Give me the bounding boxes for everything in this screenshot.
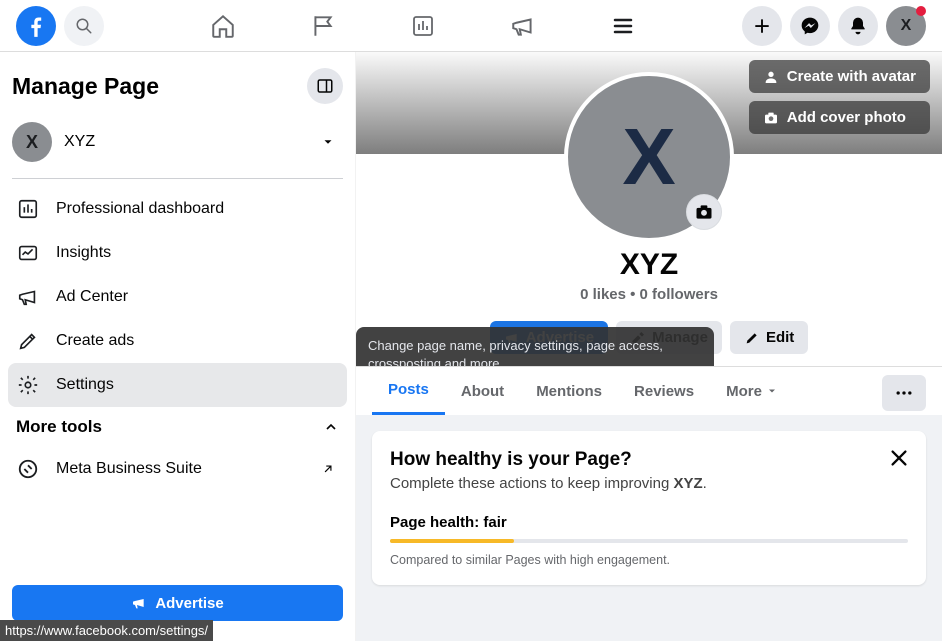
sidebar-section-label: More tools	[16, 417, 102, 437]
insights-icon	[16, 241, 40, 265]
sidebar-advertise-button[interactable]: Advertise	[12, 585, 343, 621]
card-title: How healthy is your Page?	[390, 449, 908, 471]
panel-icon	[316, 77, 334, 95]
health-label: Page health: fair	[390, 514, 908, 531]
sidebar-page-switcher[interactable]: X XYZ	[8, 116, 347, 178]
profile-area: X XYZ 0 likes • 0 followers Change page …	[356, 72, 942, 415]
topnav-right: X	[742, 6, 926, 46]
top-nav: X	[0, 0, 942, 52]
sidebar-item-label: Meta Business Suite	[56, 460, 202, 478]
account-avatar-letter: X	[901, 17, 912, 35]
megaphone-icon	[131, 595, 147, 611]
profile-stats: 0 likes • 0 followers	[356, 286, 942, 303]
pencil-icon	[16, 329, 40, 353]
sidebar-item-meta-business-suite[interactable]: Meta Business Suite	[8, 447, 347, 491]
tab-label: More	[726, 383, 762, 400]
tab-posts[interactable]: Posts	[372, 367, 445, 415]
notifications-button[interactable]	[838, 6, 878, 46]
sidebar-item-label: Settings	[56, 376, 114, 394]
facebook-logo[interactable]	[16, 6, 56, 46]
tab-overflow-button[interactable]	[882, 375, 926, 411]
divider	[12, 178, 343, 179]
sidebar-header: Manage Page	[8, 64, 347, 116]
home-icon	[210, 13, 236, 39]
button-label: Advertise	[155, 595, 223, 612]
tab-mentions[interactable]: Mentions	[520, 369, 618, 414]
chevron-up-icon	[323, 419, 339, 435]
camera-icon	[694, 202, 714, 222]
change-avatar-button[interactable]	[686, 194, 722, 230]
nav-pages[interactable]	[309, 12, 337, 40]
main-content: Create with avatar Add cover photo X XYZ…	[356, 52, 942, 641]
notification-dot-icon	[916, 6, 926, 16]
profile-name: XYZ	[356, 248, 942, 282]
tab-more[interactable]: More	[710, 369, 794, 414]
search-icon	[75, 17, 93, 35]
nav-dashboard[interactable]	[409, 12, 437, 40]
sidebar-item-label: Insights	[56, 244, 111, 262]
health-note: Compared to similar Pages with high enga…	[390, 553, 908, 567]
megaphone-icon	[510, 13, 536, 39]
page-health-card: How healthy is your Page? Complete these…	[372, 431, 926, 585]
account-menu[interactable]: X	[886, 6, 926, 46]
sidebar-collapse-button[interactable]	[307, 68, 343, 104]
external-link-icon	[321, 462, 335, 476]
sidebar-item-create-ads[interactable]: Create ads	[8, 319, 347, 363]
bell-icon	[848, 16, 868, 36]
nav-home[interactable]	[209, 12, 237, 40]
action-row: Change page name, privacy settings, page…	[356, 321, 942, 366]
flag-icon	[310, 13, 336, 39]
messenger-button[interactable]	[790, 6, 830, 46]
megaphone-icon	[16, 285, 40, 309]
topnav-left	[16, 6, 104, 46]
gear-icon	[16, 373, 40, 397]
profile-avatar: X	[564, 72, 734, 242]
dashboard-icon	[411, 14, 435, 38]
sidebar-item-insights[interactable]: Insights	[8, 231, 347, 275]
sidebar-item-settings[interactable]: Settings	[8, 363, 347, 407]
close-icon	[888, 447, 910, 469]
sidebar-page-name: XYZ	[64, 133, 95, 151]
sidebar-item-label: Ad Center	[56, 288, 128, 306]
create-button[interactable]	[742, 6, 782, 46]
dots-icon	[894, 383, 914, 403]
hamburger-icon	[611, 14, 635, 38]
sidebar-title: Manage Page	[12, 73, 159, 100]
profile-avatar-wrap: X	[356, 72, 942, 242]
health-bar-fill	[390, 539, 514, 543]
messenger-icon	[800, 16, 820, 36]
sidebar-item-label: Create ads	[56, 332, 134, 350]
caret-down-icon	[766, 385, 778, 397]
plus-icon	[753, 17, 771, 35]
meta-suite-icon	[16, 457, 40, 481]
button-label: Edit	[766, 329, 794, 346]
nav-menu[interactable]	[609, 12, 637, 40]
status-bar-url: https://www.facebook.com/settings/	[0, 620, 213, 641]
tabs: Posts About Mentions Reviews More	[356, 366, 942, 415]
topnav-center	[209, 12, 637, 40]
caret-down-icon	[321, 135, 335, 149]
card-close-button[interactable]	[888, 447, 910, 469]
sidebar-item-professional-dashboard[interactable]: Professional dashboard	[8, 187, 347, 231]
tab-about[interactable]: About	[445, 369, 520, 414]
sidebar: Manage Page X XYZ Professional dashboard…	[0, 52, 356, 641]
tab-reviews[interactable]: Reviews	[618, 369, 710, 414]
search-button[interactable]	[64, 6, 104, 46]
sidebar-item-label: Professional dashboard	[56, 200, 224, 218]
health-bar	[390, 539, 908, 543]
sidebar-item-ad-center[interactable]: Ad Center	[8, 275, 347, 319]
pencil-icon	[744, 330, 760, 346]
dashboard-icon	[16, 197, 40, 221]
edit-button[interactable]: Edit	[730, 321, 808, 354]
card-subtitle: Complete these actions to keep improving…	[390, 475, 908, 492]
nav-ads[interactable]	[509, 12, 537, 40]
sidebar-section-more-tools[interactable]: More tools	[8, 407, 347, 447]
sidebar-page-avatar: X	[12, 122, 52, 162]
facebook-f-icon	[23, 13, 49, 39]
